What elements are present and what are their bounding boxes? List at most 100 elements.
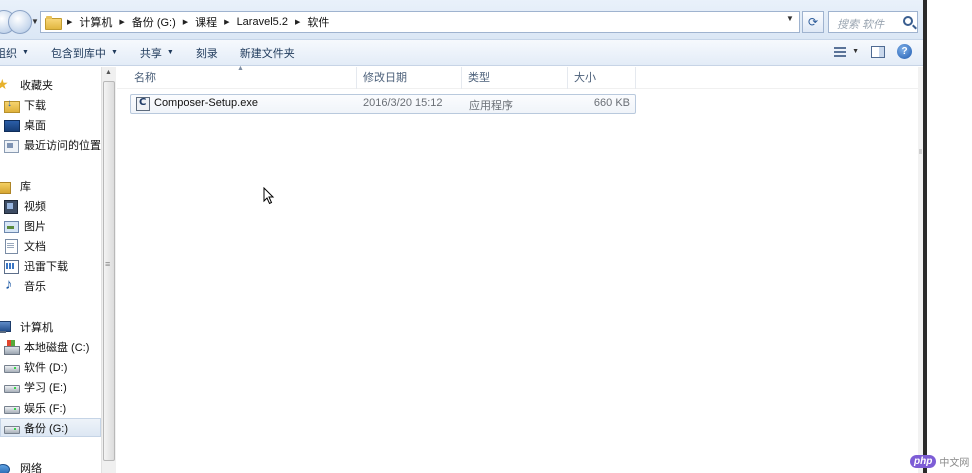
column-header: ▲ 名称 修改日期 类型 大小	[117, 65, 922, 89]
nav-item-music[interactable]: 音乐	[4, 276, 46, 295]
nav-item-label: 视频	[24, 200, 46, 213]
recent-places-icon	[4, 138, 19, 153]
help-icon[interactable]: ?	[897, 44, 912, 59]
new-folder-button[interactable]: 新建文件夹	[240, 45, 295, 61]
nav-item-drive-d[interactable]: 软件 (D:)	[4, 357, 67, 376]
file-list: ▲ 名称 修改日期 类型 大小 Composer-Setup.exe 2016/…	[117, 65, 922, 473]
installer-icon	[136, 97, 150, 111]
chevron-down-icon[interactable]: ▼	[852, 48, 859, 55]
search-input[interactable]: 搜索 软件	[828, 11, 918, 33]
nav-item-videos[interactable]: 视频	[4, 196, 46, 215]
address-box[interactable]: ▶ 计算机 ▶ 备份 (G:) ▶ 课程 ▶ Laravel5.2 ▶ 软件	[40, 11, 800, 33]
navigation-pane: 收藏夹 下载 桌面 最近访问的位置 库 视频 图片 文档 迅雷下载 音乐 计算机	[0, 67, 116, 473]
star-icon	[0, 76, 15, 93]
mouse-cursor-icon	[263, 187, 275, 205]
nav-favorites-label: 收藏夹	[20, 79, 53, 92]
nav-favorites[interactable]: 收藏夹	[0, 75, 53, 94]
nav-item-thunder-downloads[interactable]: 迅雷下载	[4, 256, 68, 275]
nav-item-label: 备份 (G:)	[24, 422, 68, 435]
breadcrumb-laravel[interactable]: Laravel5.2	[237, 16, 288, 28]
file-type: 应用程序	[469, 100, 513, 112]
include-in-library-button[interactable]: 包含到库中 ▼	[51, 45, 118, 61]
nav-item-label: 娱乐 (F:)	[24, 402, 67, 415]
nav-item-drive-f[interactable]: 娱乐 (F:)	[4, 398, 66, 417]
chevron-right-icon[interactable]: ▶	[295, 18, 300, 26]
refresh-button[interactable]: ⟳	[802, 11, 824, 33]
system-drive-icon	[4, 339, 20, 355]
nav-network[interactable]: 网络	[0, 458, 42, 473]
desktop-icon	[4, 118, 20, 132]
nav-computer-label: 计算机	[20, 321, 53, 334]
refresh-icon: ⟳	[807, 15, 819, 29]
share-button[interactable]: 共享 ▼	[140, 45, 174, 61]
search-icon[interactable]	[903, 16, 913, 26]
new-folder-label: 新建文件夹	[239, 47, 295, 60]
scrollbar-grip-icon: ≡	[105, 259, 111, 269]
column-name-label: 名称	[134, 72, 156, 84]
nav-item-label: 学习 (E:)	[24, 381, 67, 394]
scrollbar-thumb[interactable]	[103, 81, 115, 461]
chevron-right-icon[interactable]: ▶	[119, 18, 124, 26]
breadcrumb-course[interactable]: 课程	[195, 14, 217, 30]
folder-icon	[45, 16, 62, 30]
file-row[interactable]: Composer-Setup.exe 2016/3/20 15:12 应用程序 …	[130, 94, 636, 114]
forward-button[interactable]	[8, 10, 32, 34]
nav-libraries[interactable]: 库	[0, 176, 31, 195]
organize-label: 组织	[0, 47, 17, 60]
chevron-right-icon[interactable]: ▶	[224, 18, 229, 26]
nav-item-label: 图片	[24, 220, 46, 233]
view-options-icon[interactable]	[834, 46, 848, 58]
nav-item-drive-c[interactable]: 本地磁盘 (C:)	[4, 337, 89, 356]
chevron-right-icon[interactable]: ▶	[67, 18, 72, 26]
drive-icon	[4, 401, 20, 415]
drive-icon	[4, 380, 20, 394]
nav-item-pictures[interactable]: 图片	[4, 216, 46, 235]
column-date[interactable]: 修改日期	[357, 67, 462, 89]
downloads-folder-icon	[4, 98, 20, 113]
recent-pages-dropdown-icon[interactable]: ▼	[31, 17, 39, 26]
column-size[interactable]: 大小	[568, 67, 636, 89]
nav-network-label: 网络	[20, 462, 42, 473]
share-label: 共享	[139, 47, 162, 60]
file-date: 2016/3/20 15:12	[363, 97, 443, 109]
desktop-background	[927, 0, 972, 473]
nav-item-label: 软件 (D:)	[24, 361, 68, 374]
music-icon	[4, 276, 19, 293]
nav-item-label: 桌面	[24, 119, 46, 132]
address-dropdown-icon[interactable]: ▼	[786, 14, 794, 23]
organize-button[interactable]: 组织 ▼	[0, 45, 29, 61]
navigation-scrollbar[interactable]: ▲ ≡	[101, 67, 116, 473]
column-type[interactable]: 类型	[462, 67, 568, 89]
nav-item-label: 最近访问的位置	[24, 139, 101, 152]
nav-item-drive-e[interactable]: 学习 (E:)	[4, 377, 67, 396]
drive-icon	[4, 360, 20, 374]
scroll-up-icon[interactable]: ▲	[105, 69, 112, 76]
burn-button[interactable]: 刻录	[196, 45, 218, 61]
nav-item-recent-places[interactable]: 最近访问的位置	[4, 135, 101, 154]
breadcrumb-backup-drive[interactable]: 备份 (G:)	[132, 14, 176, 30]
file-size: 660 KB	[593, 97, 630, 109]
nav-item-label: 本地磁盘 (C:)	[24, 341, 90, 354]
nav-item-documents[interactable]: 文档	[4, 236, 46, 255]
view-controls: ▼ ?	[834, 44, 912, 59]
breadcrumb-computer[interactable]: 计算机	[79, 14, 112, 30]
nav-computer[interactable]: 计算机	[0, 317, 53, 336]
breadcrumb-software[interactable]: 软件	[307, 14, 329, 30]
preview-pane-icon[interactable]	[871, 45, 885, 58]
file-name: Composer-Setup.exe	[154, 97, 258, 109]
column-type-label: 类型	[468, 72, 490, 84]
nav-item-label: 迅雷下载	[24, 260, 68, 273]
nav-item-downloads[interactable]: 下载	[4, 95, 46, 114]
watermark: php 中文网	[910, 454, 969, 469]
nav-item-desktop[interactable]: 桌面	[4, 115, 46, 134]
nav-item-drive-g[interactable]: 备份 (G:)	[0, 418, 101, 437]
chevron-down-icon: ▼	[22, 49, 29, 56]
nav-item-label: 文档	[24, 240, 46, 253]
picture-library-icon	[4, 219, 19, 233]
chevron-right-icon[interactable]: ▶	[183, 18, 188, 26]
nav-libraries-label: 库	[20, 180, 31, 193]
drive-icon	[4, 421, 20, 435]
column-name[interactable]: 名称	[128, 67, 357, 89]
computer-icon	[0, 320, 15, 334]
watermark-logo: php	[910, 455, 937, 468]
